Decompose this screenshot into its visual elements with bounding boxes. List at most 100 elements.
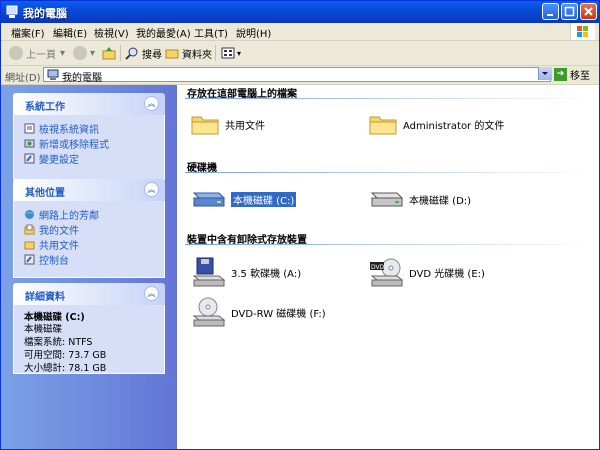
views-icon — [221, 47, 235, 59]
menu-view[interactable]: 檢視(V) — [94, 25, 129, 40]
forward-arrow-icon — [73, 46, 87, 60]
menu-tools[interactable]: 工具(T) — [194, 25, 228, 40]
shared-documents-icon — [24, 241, 35, 250]
title-bar[interactable]: 我的電腦 — [1, 1, 599, 23]
my-computer-icon — [6, 5, 18, 18]
content-area: 存放在這部電腦上的檔案 共用文件 Administrator 的文件 硬碟機 本… — [177, 85, 599, 449]
search-icon — [125, 47, 138, 60]
details-free-space: 可用空間: 73.7 GB — [24, 350, 107, 361]
search-label: 搜尋 — [142, 49, 162, 61]
svg-text:DVD: DVD — [371, 264, 385, 271]
place-network[interactable]: 網路上的芳鄰 — [24, 207, 99, 222]
system-tasks-panel: 系統工作 ︽ 檢視系統資訊 新增或移除程式 變更設定 — [13, 93, 165, 180]
task-label: 變更設定 — [39, 155, 79, 166]
views-button[interactable]: ▾ — [221, 44, 241, 62]
address-bar: 網址(D) 我的電腦 ➔ 移至 — [1, 66, 599, 85]
address-label: 網址(D) — [5, 73, 41, 84]
go-button[interactable]: ➔ 移至 — [554, 67, 590, 82]
task-label: 檢視系統資訊 — [39, 125, 99, 136]
folders-button[interactable]: 資料夾 — [165, 44, 212, 62]
network-places-icon — [25, 210, 34, 219]
section-divider — [185, 172, 595, 173]
other-places-body: 網路上的芳鄰 我的文件 共用文件 控制台 — [13, 201, 165, 278]
menu-file[interactable]: 檔案(F) — [11, 25, 45, 40]
place-control-panel[interactable]: 控制台 — [24, 252, 69, 267]
close-button[interactable] — [580, 3, 597, 20]
maximize-button[interactable] — [561, 3, 578, 20]
item-label: DVD 光碟機 (E:) — [409, 268, 485, 280]
search-button[interactable]: 搜尋 — [125, 44, 162, 62]
folder-icon — [369, 116, 397, 135]
system-tasks-title: 系統工作 — [25, 102, 65, 113]
item-label: 3.5 軟碟機 (A:) — [231, 268, 302, 280]
control-panel-icon — [24, 153, 35, 164]
item-label: DVD-RW 磁碟機 (F:) — [231, 308, 326, 320]
windows-logo-icon — [570, 23, 595, 40]
system-tasks-header[interactable]: 系統工作 ︽ — [13, 93, 165, 115]
address-dropdown-button[interactable] — [538, 67, 552, 80]
place-my-documents[interactable]: 我的文件 — [24, 222, 79, 237]
dvd-drive-icon: DVD — [370, 258, 403, 287]
up-folder-button[interactable] — [102, 44, 116, 62]
folder-icon — [191, 116, 219, 135]
control-panel-icon — [24, 254, 35, 265]
shared-documents-folder[interactable]: 共用文件 — [191, 113, 265, 135]
minimize-button[interactable] — [542, 3, 559, 20]
details-filesystem: 檔案系統: NTFS — [24, 337, 93, 348]
window-title: 我的電腦 — [23, 7, 67, 20]
address-input[interactable]: 我的電腦 — [43, 67, 551, 84]
place-label: 共用文件 — [39, 241, 79, 252]
floppy-drive-a[interactable]: 3.5 軟碟機 (A:) — [191, 257, 301, 287]
menu-favorites[interactable]: 我的最愛(A) — [136, 25, 191, 40]
add-remove-programs-icon — [24, 139, 35, 148]
details-total-size: 大小總計: 78.1 GB — [24, 363, 107, 374]
system-info-icon — [24, 123, 35, 134]
details-body: 本機磁碟 (C:) 本機磁碟 檔案系統: NTFS 可用空間: 73.7 GB … — [13, 305, 165, 374]
dvd-drive-e[interactable]: DVD DVD 光碟機 (E:) — [369, 257, 485, 287]
task-label: 新增或移除程式 — [39, 140, 109, 151]
hard-drive-icon — [370, 192, 403, 207]
folders-label: 資料夾 — [182, 49, 212, 61]
section-divider — [185, 244, 595, 245]
back-arrow-icon — [9, 46, 23, 60]
item-label: 本機磁碟 (C:) — [231, 191, 297, 207]
section-divider — [185, 98, 595, 99]
task-add-remove-programs[interactable]: 新增或移除程式 — [24, 136, 109, 151]
other-places-title: 其他位置 — [25, 188, 65, 199]
task-view-system-info[interactable]: 檢視系統資訊 — [24, 121, 99, 136]
drive-c[interactable]: 本機磁碟 (C:) — [191, 189, 297, 209]
place-label: 網路上的芳鄰 — [39, 211, 99, 222]
menu-edit[interactable]: 編輯(E) — [53, 25, 87, 40]
address-value: 我的電腦 — [62, 73, 102, 84]
toolbar: 上一頁 ▾ ▾ 搜尋 資料夾 ▾ — [1, 41, 599, 66]
task-change-settings[interactable]: 變更設定 — [24, 151, 79, 166]
details-header[interactable]: 詳細資料 ︽ — [13, 283, 165, 305]
drive-d[interactable]: 本機磁碟 (D:) — [369, 189, 471, 209]
my-computer-icon — [47, 69, 59, 80]
menu-help[interactable]: 說明(H) — [236, 25, 271, 40]
place-shared-documents[interactable]: 共用文件 — [24, 237, 79, 252]
forward-button[interactable]: ▾ — [73, 44, 95, 62]
floppy-drive-icon — [192, 257, 225, 287]
other-places-header[interactable]: 其他位置 ︽ — [13, 179, 165, 201]
collapse-chevron-icon[interactable]: ︽ — [144, 96, 159, 111]
item-label: 本機磁碟 (D:) — [409, 195, 472, 207]
go-arrow-icon: ➔ — [554, 68, 567, 81]
place-label: 控制台 — [39, 256, 69, 267]
go-label: 移至 — [570, 71, 590, 82]
back-button[interactable]: 上一頁 ▾ — [9, 44, 65, 62]
administrator-documents-folder[interactable]: Administrator 的文件 — [369, 113, 504, 135]
collapse-chevron-icon[interactable]: ︽ — [144, 286, 159, 301]
place-label: 我的文件 — [39, 226, 79, 237]
system-tasks-body: 檢視系統資訊 新增或移除程式 變更設定 — [13, 115, 165, 180]
explorer-window: 我的電腦 檔案(F) 編輯(E) 檢視(V) 我的最愛(A) 工具(T) 說明(… — [0, 0, 600, 450]
menu-bar: 檔案(F) 編輯(E) 檢視(V) 我的最愛(A) 工具(T) 說明(H) — [1, 23, 599, 41]
dvd-rw-drive-icon — [192, 297, 225, 327]
collapse-chevron-icon[interactable]: ︽ — [144, 182, 159, 197]
back-label: 上一頁 — [26, 49, 56, 61]
item-label: 共用文件 — [225, 120, 265, 132]
folders-icon — [165, 49, 179, 59]
item-label: Administrator 的文件 — [403, 120, 505, 132]
dvd-rw-drive-f[interactable]: DVD-RW 磁碟機 (F:) — [191, 297, 326, 327]
details-type: 本機磁碟 — [24, 324, 63, 335]
